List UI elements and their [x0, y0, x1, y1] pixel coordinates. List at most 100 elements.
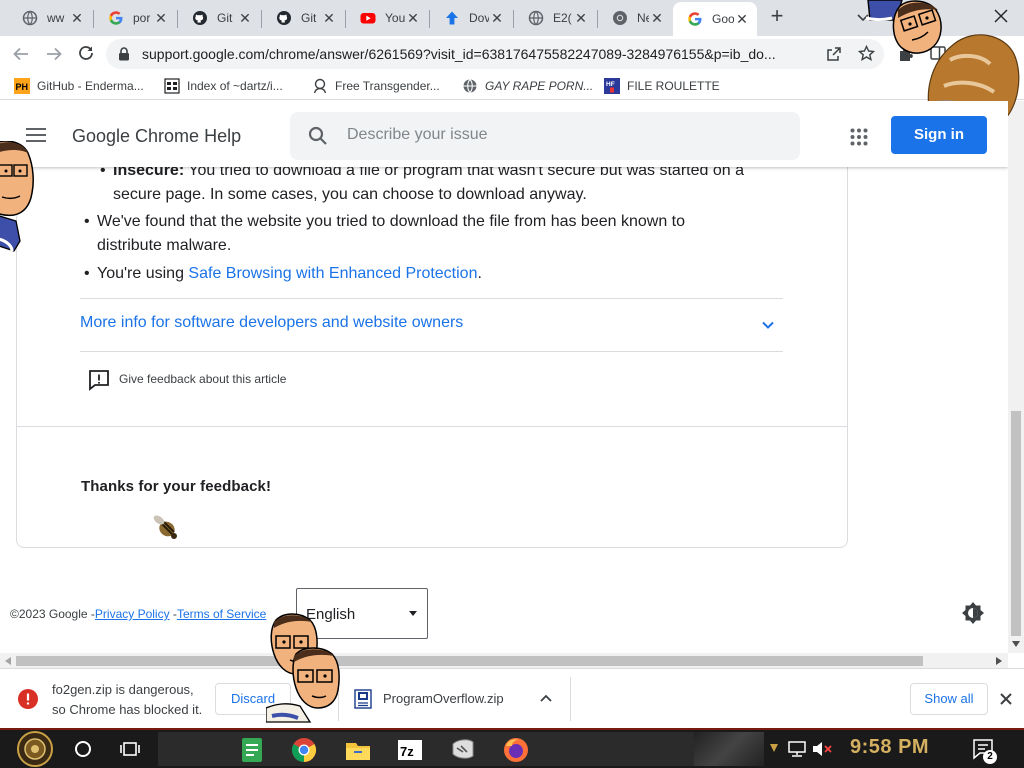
- close-tab-icon[interactable]: ✕: [153, 10, 169, 26]
- tab-title: por: [133, 11, 151, 25]
- forward-arrow-icon[interactable]: [45, 45, 63, 63]
- thanks-message: Thanks for your feedback!: [81, 478, 272, 495]
- bookmark-label: GitHub - Enderma...: [37, 79, 144, 93]
- page-viewport: • Insecure: You tried to download a file…: [0, 101, 1008, 653]
- bookmark-1[interactable]: PH GitHub - Enderma...: [14, 77, 144, 95]
- close-tab-icon[interactable]: ✕: [321, 10, 337, 26]
- apps-grid-icon[interactable]: [850, 128, 868, 146]
- tab-title: Goo: [712, 12, 734, 26]
- help-center-header: Google Chrome Help Describe your issue S…: [0, 101, 1008, 167]
- hamburger-menu-icon[interactable]: [26, 128, 46, 142]
- google-icon: [109, 11, 123, 25]
- svg-text:PH: PH: [16, 82, 29, 92]
- safe-prefix: You're using: [97, 265, 189, 282]
- tab-5[interactable]: You ✕: [346, 4, 428, 32]
- cortana-circle-icon[interactable]: [74, 740, 92, 758]
- horizontal-scroll-thumb[interactable]: [16, 656, 923, 666]
- chrome-app-icon[interactable]: [290, 736, 318, 764]
- search-box[interactable]: Describe your issue: [290, 112, 800, 160]
- bookmark-2[interactable]: Index of ~dartz/i...: [164, 77, 283, 95]
- taskbar: 7z 9:58 PM 2: [0, 728, 1024, 768]
- reload-icon[interactable]: [77, 44, 95, 62]
- more-info-expander[interactable]: More info for software developers and we…: [80, 299, 783, 350]
- close-tab-icon[interactable]: ✕: [489, 10, 505, 26]
- scroll-right-arrow-icon[interactable]: [996, 657, 1002, 665]
- copyright: ©2023 Google -: [10, 607, 95, 621]
- download-item-programoverflow[interactable]: ProgramOverflow.zip: [339, 673, 569, 725]
- shelf-divider: [570, 677, 571, 721]
- terms-link[interactable]: Terms of Service: [177, 607, 266, 621]
- bookmark-4[interactable]: GAY RAPE PORN...: [462, 77, 593, 95]
- close-tab-icon[interactable]: ✕: [237, 10, 253, 26]
- chevron-down-icon: [762, 321, 774, 329]
- back-arrow-icon[interactable]: [12, 45, 30, 63]
- chevron-up-icon[interactable]: [540, 694, 552, 702]
- safe-browsing-link[interactable]: Safe Browsing with Enhanced Protection: [188, 265, 477, 282]
- give-feedback-button[interactable]: Give feedback about this article: [88, 369, 298, 393]
- blocked-line-2: so Chrome has blocked it.: [52, 702, 203, 717]
- 7zip-icon[interactable]: 7z: [396, 736, 424, 764]
- scroll-down-arrow-icon[interactable]: [1012, 641, 1020, 647]
- close-tab-icon[interactable]: ✕: [734, 11, 750, 27]
- address-bar[interactable]: support.google.com/chrome/answer/6261569…: [106, 39, 884, 69]
- zip-file-icon: [354, 689, 372, 709]
- volume-muted-icon[interactable]: [812, 741, 832, 757]
- bee-sticker-icon: [153, 515, 177, 539]
- bookmark-label: Index of ~dartz/i...: [187, 79, 283, 93]
- close-tab-icon[interactable]: ✕: [649, 10, 665, 26]
- privacy-link[interactable]: Privacy Policy: [95, 607, 170, 621]
- globe-icon: [528, 10, 544, 26]
- close-shelf-icon[interactable]: [999, 692, 1013, 706]
- tab-9-active[interactable]: Goo ✕: [673, 2, 757, 36]
- tray-overflow-icon[interactable]: [770, 744, 778, 754]
- close-tab-icon[interactable]: ✕: [69, 10, 85, 26]
- sign-in-button[interactable]: Sign in: [891, 116, 987, 154]
- tab-2[interactable]: por ✕: [94, 4, 176, 32]
- tab-title: Dov: [469, 11, 489, 25]
- tab-4[interactable]: Git ✕: [262, 4, 344, 32]
- bookmark-label: Free Transgender...: [335, 79, 440, 93]
- bookmark-3[interactable]: Free Transgender...: [312, 77, 440, 95]
- google-icon: [688, 12, 702, 26]
- ph-logo-icon: PH: [14, 78, 30, 94]
- tab-8[interactable]: New ✕: [598, 4, 672, 32]
- new-tab-button[interactable]: +: [766, 5, 788, 28]
- download-shelf: fo2gen.zip is dangerous, so Chrome has b…: [0, 668, 1024, 728]
- show-all-button[interactable]: Show all: [910, 683, 988, 715]
- blocked-download-message: fo2gen.zip is dangerous, so Chrome has b…: [52, 680, 202, 720]
- clock[interactable]: 9:58 PM: [850, 736, 929, 759]
- close-tab-icon[interactable]: ✕: [573, 10, 589, 26]
- safe-browsing-bullet: You're using Safe Browsing with Enhanced…: [97, 262, 737, 286]
- network-icon[interactable]: [788, 741, 806, 757]
- globe-icon: [22, 10, 38, 26]
- mascot-icon: [313, 78, 327, 94]
- vertical-scroll-thumb[interactable]: [1011, 411, 1021, 636]
- tab-1[interactable]: ww ✕: [8, 4, 92, 32]
- scroll-left-arrow-icon[interactable]: [5, 657, 11, 665]
- tab-title: Git: [301, 11, 317, 25]
- close-tab-icon[interactable]: ✕: [405, 10, 421, 26]
- tab-7[interactable]: E2( ✕: [514, 4, 596, 32]
- footer-links: ©2023 Google -Privacy Policy -Terms of S…: [10, 607, 266, 621]
- blocked-line-1: fo2gen.zip is dangerous,: [52, 682, 194, 697]
- lock-icon[interactable]: [118, 47, 130, 61]
- directory-icon: [164, 78, 180, 94]
- dark-mode-toggle-icon[interactable]: [961, 601, 985, 625]
- bookmark-5[interactable]: HF FILE ROULETTE: [604, 77, 720, 95]
- youtube-icon: [360, 13, 376, 24]
- tab-6[interactable]: Dov ✕: [430, 4, 512, 32]
- url-text[interactable]: support.google.com/chrome/answer/6261569…: [142, 46, 822, 62]
- globe-icon: [463, 79, 477, 93]
- start-orb-icon[interactable]: [6, 730, 64, 768]
- task-view-icon[interactable]: [120, 740, 140, 758]
- notes-app-icon[interactable]: [238, 736, 266, 764]
- firefox-icon[interactable]: [502, 736, 530, 764]
- page-title[interactable]: Google Chrome Help: [72, 126, 241, 147]
- paint-app-icon[interactable]: [449, 736, 477, 764]
- file-explorer-icon[interactable]: [344, 736, 372, 764]
- share-icon[interactable]: [826, 46, 842, 62]
- tab-3[interactable]: Git ✕: [178, 4, 260, 32]
- horizontal-scrollbar[interactable]: [0, 653, 1008, 668]
- vertical-scrollbar[interactable]: [1008, 101, 1024, 653]
- svg-text:7z: 7z: [400, 744, 414, 759]
